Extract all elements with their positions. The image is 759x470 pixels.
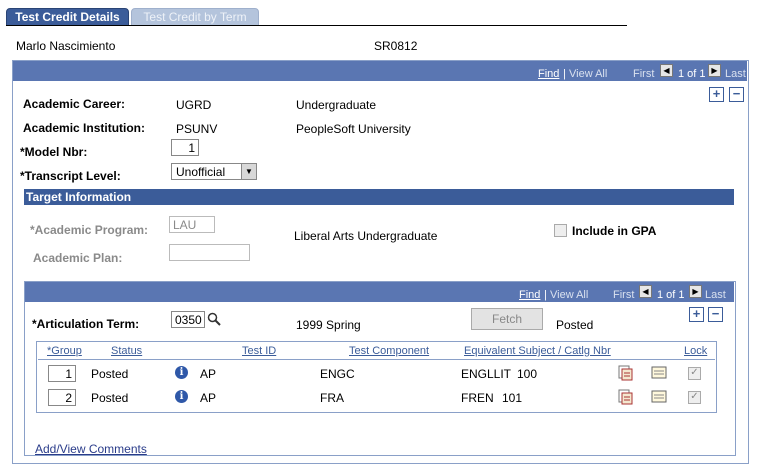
grid-header-test-id[interactable]: Test ID xyxy=(242,345,276,357)
grid-header-divider xyxy=(38,359,715,360)
row-test-component: ENGC xyxy=(320,367,355,381)
equivalency-icon[interactable] xyxy=(617,389,633,405)
table-row: 2 Posted i AP FRA FREN 101 ✓ xyxy=(37,387,716,409)
academic-career-label: Academic Career: xyxy=(23,97,126,111)
tab-divider xyxy=(6,25,627,26)
delete-term-icon[interactable]: − xyxy=(708,307,723,322)
outer-first: First xyxy=(633,68,655,80)
inner-nav-bar: Find | View All First ◀ 1 of 1 ▶ Last xyxy=(25,282,734,302)
articulation-term-input[interactable]: 0350 xyxy=(171,311,205,328)
inner-separator: | xyxy=(544,289,547,301)
lock-checkbox: ✓ xyxy=(688,367,701,380)
academic-career-code: UGRD xyxy=(176,98,212,112)
row-test-id: AP xyxy=(200,391,217,405)
equivalency-icon[interactable] xyxy=(617,365,633,381)
articulation-grid: *Group Status Test ID Test Component Equ… xyxy=(36,341,717,413)
academic-institution-desc: PeopleSoft University xyxy=(296,122,411,136)
grid-header-group[interactable]: *Group xyxy=(47,345,82,357)
inner-prev-arrow-icon: ◀ xyxy=(639,285,652,298)
fetch-button[interactable]: Fetch xyxy=(471,308,543,330)
outer-next-arrow-icon: ▶ xyxy=(708,64,721,77)
add-row-icon[interactable]: + xyxy=(709,87,724,102)
grid-header-test-component[interactable]: Test Component xyxy=(349,345,429,357)
tab-test-credit-by-term[interactable]: Test Credit by Term xyxy=(131,8,259,26)
grid-header-equivalent-subject[interactable]: Equivalent Subject / Catlg Nbr xyxy=(464,345,611,357)
row-catalog-nbr: 100 xyxy=(517,367,538,381)
outer-separator: | xyxy=(563,68,566,80)
grid-header-status[interactable]: Status xyxy=(111,345,142,357)
transcript-level-label: *Transcript Level: xyxy=(20,169,121,183)
info-icon[interactable]: i xyxy=(175,366,188,379)
academic-career-desc: Undergraduate xyxy=(296,98,377,112)
academic-institution-code: PSUNV xyxy=(176,122,218,136)
inner-next-arrow-icon: ▶ xyxy=(689,285,702,298)
add-term-icon[interactable]: + xyxy=(689,307,704,322)
student-id: SR0812 xyxy=(374,39,418,53)
row-subject: FREN xyxy=(461,391,494,405)
transcript-level-select[interactable]: Unofficial ▼ xyxy=(171,163,257,180)
outer-find-link[interactable]: Find xyxy=(538,68,559,80)
academic-program-desc: Liberal Arts Undergraduate xyxy=(294,229,438,243)
row-status: Posted xyxy=(91,367,129,381)
academic-program-label: *Academic Program: xyxy=(30,223,149,237)
transcript-level-value: Unofficial xyxy=(176,165,226,179)
chevron-down-icon[interactable]: ▼ xyxy=(241,164,256,179)
academic-plan-input xyxy=(169,244,250,261)
tab-test-credit-details[interactable]: Test Credit Details xyxy=(6,8,129,26)
inner-find-link[interactable]: Find xyxy=(519,289,540,301)
target-information-header: Target Information xyxy=(24,189,734,205)
model-nbr-input[interactable]: 1 xyxy=(171,139,199,156)
row-catalog-nbr: 101 xyxy=(502,391,523,405)
include-in-gpa-checkbox xyxy=(554,224,567,237)
row-status: Posted xyxy=(91,391,129,405)
model-nbr-label: *Model Nbr: xyxy=(20,145,88,159)
delete-row-icon[interactable]: − xyxy=(729,87,744,102)
lookup-icon[interactable] xyxy=(207,312,221,326)
academic-plan-label: Academic Plan: xyxy=(33,251,123,265)
table-row: 1 Posted i AP ENGC ENGLLIT 100 ✓ xyxy=(37,363,716,385)
notes-icon[interactable] xyxy=(651,366,668,380)
outer-prev-arrow-icon: ◀ xyxy=(660,64,673,77)
add-view-comments-link[interactable]: Add/View Comments xyxy=(35,442,147,456)
outer-view-all: View All xyxy=(569,68,608,80)
academic-program-input: LAU xyxy=(169,216,215,233)
notes-icon[interactable] xyxy=(651,390,668,404)
row-subject: ENGLLIT xyxy=(461,367,512,381)
academic-institution-label: Academic Institution: xyxy=(23,121,146,135)
articulation-term-label: *Articulation Term: xyxy=(32,317,140,331)
outer-last: Last xyxy=(725,68,746,80)
articulation-status: Posted xyxy=(556,318,594,332)
inner-first: First xyxy=(613,289,635,301)
inner-view-all: View All xyxy=(550,289,589,301)
row-test-component: FRA xyxy=(320,391,344,405)
row-test-id: AP xyxy=(200,367,217,381)
group-input[interactable]: 2 xyxy=(48,389,76,406)
include-in-gpa-label: Include in GPA xyxy=(572,224,657,238)
articulation-term-desc: 1999 Spring xyxy=(296,318,361,332)
student-name: Marlo Nascimiento xyxy=(16,39,116,53)
info-icon[interactable]: i xyxy=(175,390,188,403)
outer-pager: 1 of 1 xyxy=(678,68,706,80)
group-input[interactable]: 1 xyxy=(48,365,76,382)
grid-header-lock[interactable]: Lock xyxy=(684,345,707,357)
inner-pager: 1 of 1 xyxy=(657,289,685,301)
outer-nav-bar: Find | View All First ◀ 1 of 1 ▶ Last xyxy=(13,61,747,81)
inner-last: Last xyxy=(705,289,726,301)
lock-checkbox: ✓ xyxy=(688,391,701,404)
